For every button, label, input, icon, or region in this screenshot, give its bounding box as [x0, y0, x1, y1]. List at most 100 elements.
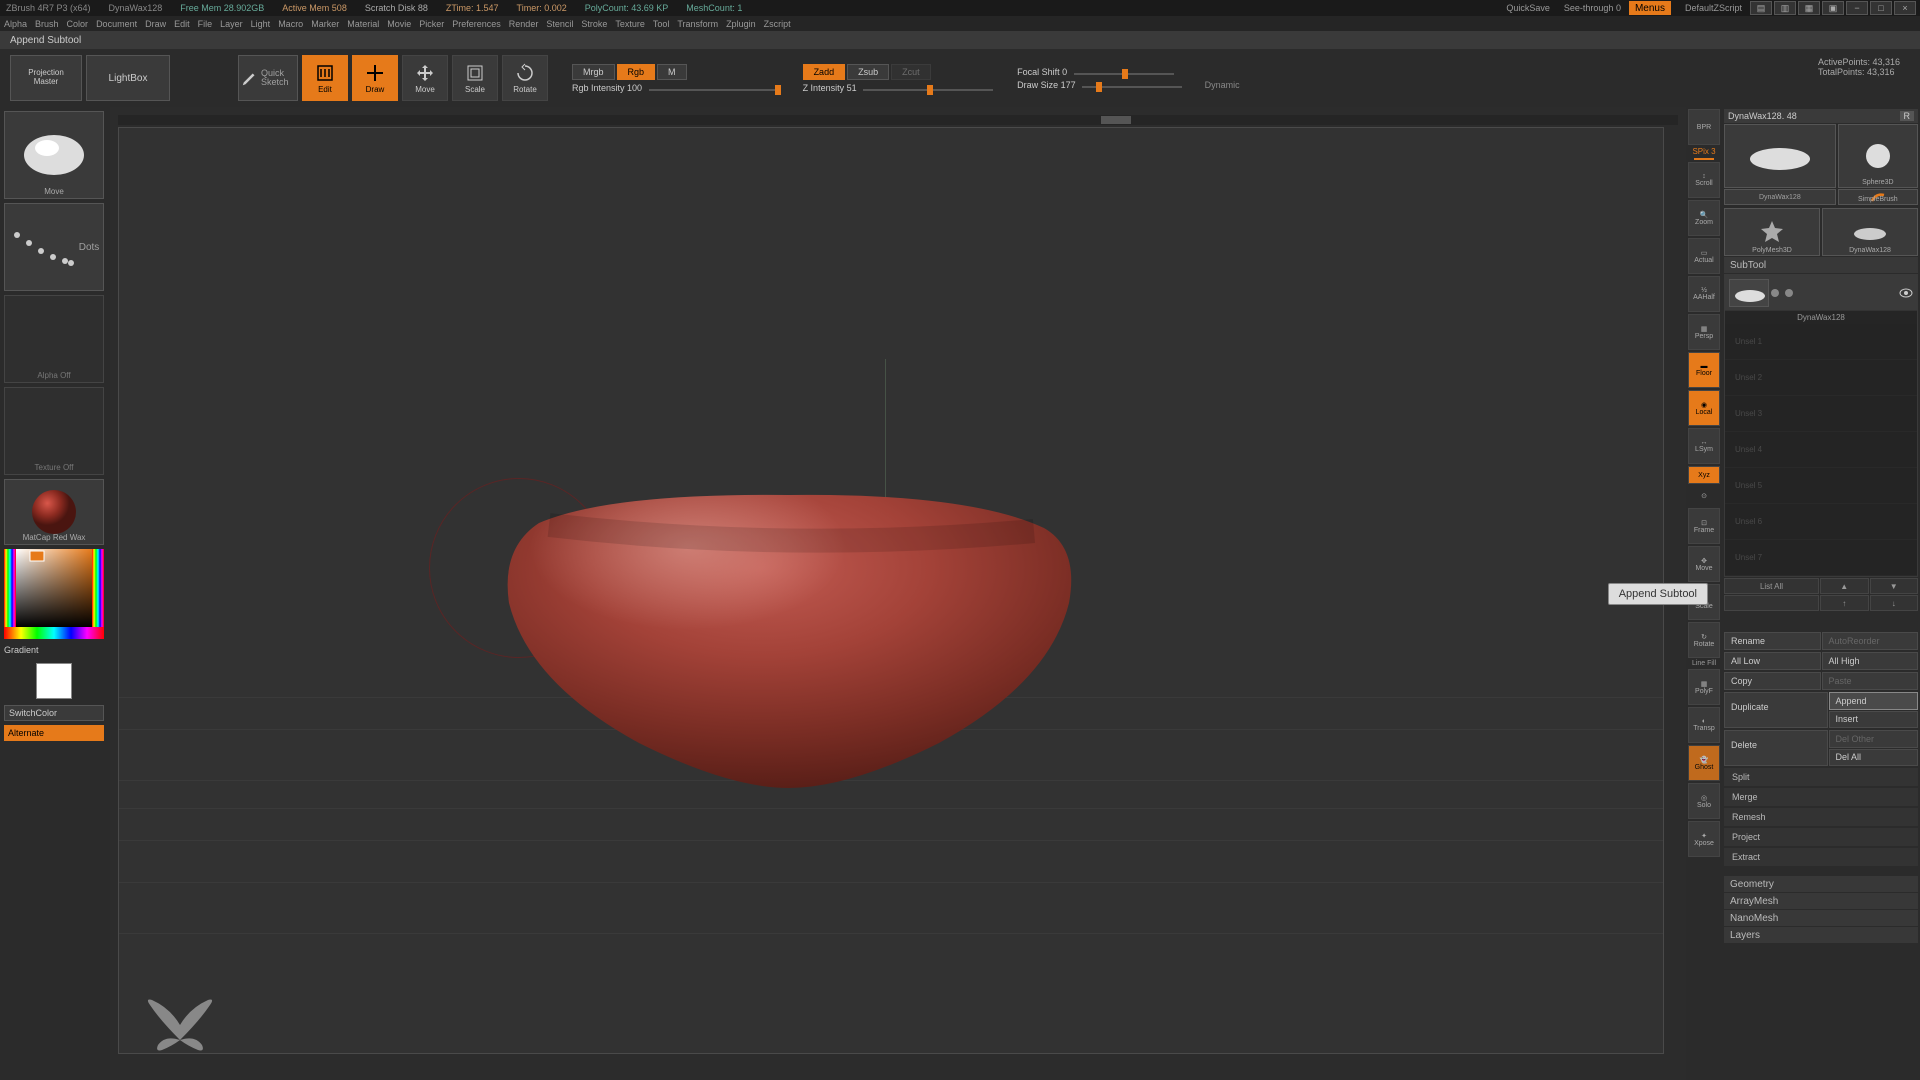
zcut-button[interactable]: Zcut	[891, 64, 931, 80]
menu-document[interactable]: Document	[96, 19, 137, 29]
lsym-button[interactable]: ↔LSym	[1688, 428, 1720, 464]
aahalf-button[interactable]: ½AAHalf	[1688, 276, 1720, 312]
copy-button[interactable]: Copy	[1724, 672, 1821, 690]
menu-transform[interactable]: Transform	[677, 19, 718, 29]
nanomesh-header[interactable]: NanoMesh	[1724, 910, 1918, 926]
zoom-button[interactable]: 🔍Zoom	[1688, 200, 1720, 236]
canvas-scroll[interactable]	[118, 115, 1678, 125]
quick-sketch-button[interactable]: QuickSketch	[238, 55, 298, 101]
frame-button[interactable]: ⊡Frame	[1688, 508, 1720, 544]
floor-button[interactable]: ▬Floor	[1688, 352, 1720, 388]
texture-selector[interactable]: Texture Off	[4, 387, 104, 475]
arrow-down-button[interactable]: ▼	[1870, 578, 1919, 594]
alpha-selector[interactable]: Alpha Off	[4, 295, 104, 383]
seethrough-slider[interactable]: See-through 0	[1558, 3, 1627, 13]
material-selector[interactable]: MatCap Red Wax	[4, 479, 104, 545]
zadd-button[interactable]: Zadd	[803, 64, 846, 80]
spix-label[interactable]: SPix 3	[1688, 147, 1720, 156]
title-icon-3[interactable]: ▦	[1798, 1, 1820, 15]
persp-button[interactable]: ▦Persp	[1688, 314, 1720, 350]
menu-color[interactable]: Color	[67, 19, 89, 29]
tool-slot-sphere[interactable]: Sphere3D	[1838, 124, 1918, 188]
menu-draw[interactable]: Draw	[145, 19, 166, 29]
draw-size-slider[interactable]: Draw Size 177	[1017, 80, 1076, 90]
default-script[interactable]: DefaultZScript	[1679, 3, 1748, 13]
quicksave-button[interactable]: QuickSave	[1500, 3, 1556, 13]
paint-icon-2[interactable]	[1783, 287, 1795, 299]
menu-edit[interactable]: Edit	[174, 19, 190, 29]
rotate-transform-button[interactable]: ↻Rotate	[1688, 622, 1720, 658]
menu-stroke[interactable]: Stroke	[581, 19, 607, 29]
subtool-row-active[interactable]	[1725, 275, 1917, 311]
edit-button[interactable]: Edit	[302, 55, 348, 101]
mesh-object[interactable]	[489, 483, 1089, 793]
move-up-button[interactable]: ↑	[1820, 595, 1869, 611]
layers-header[interactable]: Layers	[1724, 927, 1918, 943]
subtool-row-7[interactable]: Unsel 7	[1725, 540, 1917, 576]
menu-preferences[interactable]: Preferences	[452, 19, 501, 29]
mrgb-button[interactable]: Mrgb	[572, 64, 615, 80]
menu-marker[interactable]: Marker	[311, 19, 339, 29]
menu-macro[interactable]: Macro	[278, 19, 303, 29]
subtool-row-1[interactable]: Unsel 1	[1725, 324, 1917, 360]
menu-layer[interactable]: Layer	[220, 19, 243, 29]
viewport[interactable]	[118, 127, 1664, 1054]
gradient-label[interactable]: Gradient	[4, 643, 106, 657]
del-other-button[interactable]: Del Other	[1829, 730, 1919, 748]
close-button[interactable]: ×	[1894, 1, 1916, 15]
color-picker[interactable]	[4, 549, 104, 639]
tool-slot-simplebrush[interactable]: SimpleBrush	[1838, 189, 1918, 205]
switchcolor-button[interactable]: SwitchColor	[4, 705, 104, 721]
title-icon-2[interactable]: ▥	[1774, 1, 1796, 15]
title-icon-4[interactable]: ▣	[1822, 1, 1844, 15]
transp-button[interactable]: ◐Transp	[1688, 707, 1720, 743]
subtool-row-2[interactable]: Unsel 2	[1725, 360, 1917, 396]
polyf-button[interactable]: ▦PolyF	[1688, 669, 1720, 705]
menus-button[interactable]: Menus	[1629, 1, 1671, 15]
arraymesh-header[interactable]: ArrayMesh	[1724, 893, 1918, 909]
paint-icon[interactable]	[1769, 287, 1781, 299]
menu-render[interactable]: Render	[509, 19, 539, 29]
actual-button[interactable]: ▭Actual	[1688, 238, 1720, 274]
xpose-button[interactable]: ✦Xpose	[1688, 821, 1720, 857]
scroll-button[interactable]: ↕Scroll	[1688, 162, 1720, 198]
menu-stencil[interactable]: Stencil	[546, 19, 573, 29]
rgb-button[interactable]: Rgb	[617, 64, 656, 80]
scale-button[interactable]: Scale	[452, 55, 498, 101]
draw-button[interactable]: Draw	[352, 55, 398, 101]
stroke-selector[interactable]: Dots	[4, 203, 104, 291]
all-high-button[interactable]: All High	[1822, 652, 1919, 670]
merge-section[interactable]: Merge	[1724, 788, 1918, 806]
paste-button[interactable]: Paste	[1822, 672, 1919, 690]
rotate-button[interactable]: Rotate	[502, 55, 548, 101]
brush-selector[interactable]: Move	[4, 111, 104, 199]
menu-zscript[interactable]: Zscript	[764, 19, 791, 29]
z-intensity-slider[interactable]: Z Intensity 51	[803, 83, 857, 93]
ghost-button[interactable]: 👻Ghost	[1688, 745, 1720, 781]
rename-button[interactable]: Rename	[1724, 632, 1821, 650]
eye-icon[interactable]	[1899, 286, 1913, 300]
menu-file[interactable]: File	[198, 19, 213, 29]
menu-brush[interactable]: Brush	[35, 19, 59, 29]
subtool-row-4[interactable]: Unsel 4	[1725, 432, 1917, 468]
insert-button[interactable]: Insert	[1829, 711, 1919, 729]
local-button[interactable]: ◉Local	[1688, 390, 1720, 426]
zsub-button[interactable]: Zsub	[847, 64, 889, 80]
list-all-button[interactable]: List All	[1724, 578, 1819, 594]
geometry-header[interactable]: Geometry	[1724, 876, 1918, 892]
arrow-up-button[interactable]: ▲	[1820, 578, 1869, 594]
menu-tool[interactable]: Tool	[653, 19, 670, 29]
del-all-button[interactable]: Del All	[1829, 749, 1919, 767]
subtool-header[interactable]: SubTool	[1724, 257, 1918, 273]
subtool-row-6[interactable]: Unsel 6	[1725, 504, 1917, 540]
lightbox-button[interactable]: LightBox	[86, 55, 170, 101]
alternate-button[interactable]: Alternate	[4, 725, 104, 741]
menu-movie[interactable]: Movie	[387, 19, 411, 29]
extract-section[interactable]: Extract	[1724, 848, 1918, 866]
menu-picker[interactable]: Picker	[419, 19, 444, 29]
rgb-intensity-slider[interactable]: Rgb Intensity 100	[572, 83, 642, 93]
m-button[interactable]: M	[657, 64, 687, 80]
all-low-button[interactable]: All Low	[1724, 652, 1821, 670]
projection-master-button[interactable]: ProjectionMaster	[10, 55, 82, 101]
append-button[interactable]: Append	[1829, 692, 1919, 710]
